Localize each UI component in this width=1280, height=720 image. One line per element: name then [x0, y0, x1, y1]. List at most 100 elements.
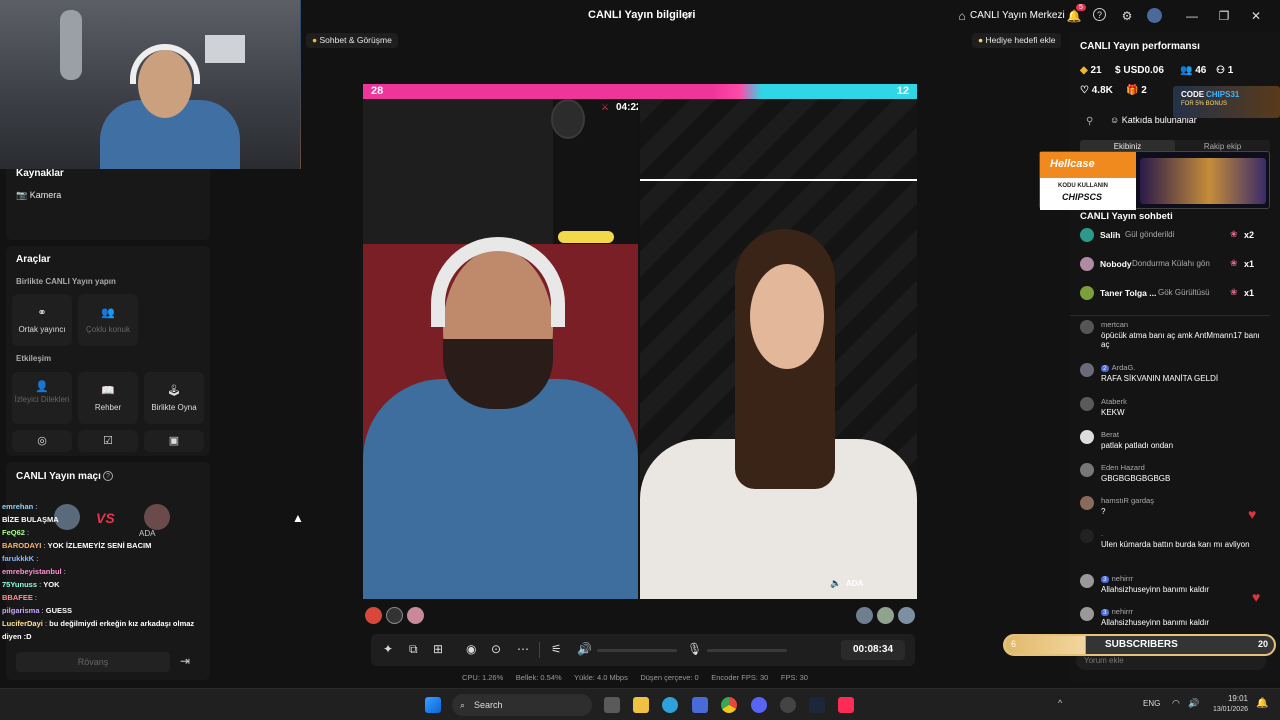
- chat-text: öpücük atma banı aç amk AntMmann17 banı …: [1101, 331, 1260, 349]
- perf-title: CANLI Yayın performansı: [1080, 41, 1200, 52]
- coin-icon: ●: [312, 35, 318, 45]
- chrome-icon[interactable]: [721, 697, 737, 713]
- team-avatar[interactable]: [386, 607, 403, 624]
- level-badge: 3: [1101, 609, 1109, 616]
- opponent-head: [750, 264, 824, 369]
- camera-label: Kamera: [29, 190, 62, 200]
- overlay-chat-row: 75Yunuss : YOK: [2, 580, 60, 589]
- notification-icon[interactable]: 🔔: [1256, 698, 1268, 709]
- chat-user-row: hamstıR gardaş: [1101, 496, 1260, 505]
- discord-icon[interactable]: [751, 697, 767, 713]
- hellcase-case-art: [1140, 158, 1266, 204]
- exit-icon[interactable]: ⇥: [180, 654, 190, 668]
- wifi-icon[interactable]: ◠: [1172, 698, 1180, 709]
- tray-chevron-icon[interactable]: ^: [1058, 698, 1062, 708]
- overlay-chat-msg: YOK: [43, 580, 60, 589]
- taskbar-search[interactable]: ⌕ Search: [452, 694, 592, 716]
- tool-more-1[interactable]: ◎: [12, 430, 72, 452]
- underground-logo: [551, 99, 585, 139]
- chat-user: nehirrr: [1111, 607, 1134, 616]
- tool-more-2[interactable]: ☑: [78, 430, 138, 452]
- speaker-icon[interactable]: 🔈: [830, 578, 841, 589]
- overlay-chat-msg: GUESS: [45, 606, 73, 615]
- file-explorer-icon[interactable]: [633, 697, 649, 713]
- clock-time[interactable]: 19:01: [1208, 694, 1248, 703]
- guide-button[interactable]: 📖 Rehber: [78, 372, 138, 424]
- steam-icon[interactable]: [809, 697, 825, 713]
- volume-icon[interactable]: 🔊: [1188, 698, 1199, 709]
- play-together-button[interactable]: 🕹 Birlikte Oyna: [144, 372, 204, 424]
- sliders-icon[interactable]: ⚟: [551, 642, 562, 656]
- clock-date[interactable]: 13/01/2026: [1208, 706, 1248, 713]
- avatar: [1080, 397, 1094, 411]
- tool-more-3[interactable]: ▣: [144, 430, 204, 452]
- joystick-icon: 🕹: [167, 385, 181, 397]
- volume-slider[interactable]: [597, 649, 677, 652]
- tools-title: Araçlar: [16, 254, 51, 265]
- chat-message: 2 ArdaG. RAFA SİKVANIN MANİTA GELDİ: [1080, 363, 1260, 383]
- share-icon[interactable]: ↗: [680, 8, 696, 24]
- restore-icon[interactable]: ❐: [1216, 8, 1232, 24]
- tiktok-live-icon[interactable]: [838, 697, 854, 713]
- minimize-icon[interactable]: —: [1184, 8, 1200, 24]
- team-avatar[interactable]: [365, 607, 382, 624]
- search-icon: ⌕: [460, 700, 466, 710]
- overlay-chat-user: emrebeyistanbul: [2, 567, 62, 576]
- team-avatar[interactable]: [877, 607, 894, 624]
- avatar: [1080, 228, 1094, 242]
- checklist-icon: ☑: [103, 435, 113, 447]
- team-avatar[interactable]: [856, 607, 873, 624]
- store-icon[interactable]: [692, 697, 708, 713]
- target-icon[interactable]: ⊙: [491, 642, 501, 656]
- avatar: [1080, 430, 1094, 444]
- more-icon[interactable]: ⋯: [517, 642, 529, 656]
- avatar: [1080, 320, 1094, 334]
- viewer-requests-button[interactable]: 👤 İzleyici Dilekleri: [12, 372, 72, 424]
- avatar[interactable]: [1147, 8, 1162, 23]
- camera-source[interactable]: 📷 Kamera: [16, 190, 61, 201]
- overlay-chat-msg: YOK İZLEMEYİZ SENİ BACIM: [47, 541, 152, 550]
- task-view-icon[interactable]: [604, 697, 620, 713]
- live-center-link[interactable]: CANLI Yayın Merkezi: [970, 10, 1065, 21]
- layout-icon[interactable]: ⧉: [409, 642, 418, 657]
- mic-icon[interactable]: 🎙: [687, 642, 702, 656]
- team-avatar[interactable]: [407, 607, 424, 624]
- close-icon[interactable]: ✕: [1248, 8, 1264, 24]
- overlay-chat-row: farukkkK :: [2, 554, 39, 563]
- team-avatar[interactable]: [898, 607, 915, 624]
- guide-label: Rehber: [94, 403, 122, 412]
- chat-message: Eden Hazard GBGBGBGBGBGB: [1080, 463, 1260, 483]
- gear-icon[interactable]: ⚙: [1119, 8, 1135, 24]
- volume-icon[interactable]: 🔊: [577, 642, 592, 656]
- chat-text: Ulen kümarda battın burda karı mı avliyo…: [1101, 540, 1250, 549]
- stream-controls: ✦ ⧉ ⊞ ◉ ⊙ ⋯ ⚟ 🔊 🎙 00:08:34: [371, 634, 915, 666]
- info-icon[interactable]: ?: [103, 471, 113, 481]
- multi-guest-button[interactable]: 👥 Çoklu konuk: [78, 294, 138, 346]
- edge-icon[interactable]: [662, 697, 678, 713]
- cohost-button[interactable]: ⚭ Ortak yayıncı: [12, 294, 72, 346]
- chat-user: ArdaG.: [1111, 363, 1136, 372]
- rematch-button[interactable]: Rövanş: [16, 652, 170, 672]
- language-indicator[interactable]: ENG: [1143, 699, 1160, 708]
- record-icon[interactable]: ◉: [466, 642, 476, 656]
- avatar: [1080, 286, 1094, 300]
- windows-start-icon[interactable]: [425, 697, 441, 713]
- mic-slider[interactable]: [707, 649, 787, 652]
- battle-score-bar: 28 12: [363, 84, 917, 99]
- battle-timer: 04:22: [616, 102, 638, 113]
- notification-badge: 5: [1076, 4, 1086, 11]
- host-video: 04:22 ⚔: [363, 99, 638, 599]
- chat-call-tag[interactable]: ● Sohbet & Görüşme: [306, 33, 398, 48]
- magic-wand-icon[interactable]: ✦: [383, 642, 393, 656]
- screen-add-icon[interactable]: ⊞: [433, 642, 443, 656]
- gift-goal-tag[interactable]: ● Hediye hedefi ekle: [972, 33, 1062, 48]
- gift-text: Gök Gürültüsü: [1158, 288, 1210, 297]
- home-icon[interactable]: ⌂: [954, 8, 970, 24]
- gift-icon: 🎁: [1126, 85, 1139, 96]
- fps-stat: FPS: 30: [780, 673, 808, 682]
- chat-call-label: Sohbet & Görüşme: [319, 35, 392, 45]
- hellcase-brand-box: Hellcase: [1040, 152, 1136, 178]
- help-icon[interactable]: ?: [1093, 8, 1106, 21]
- chat-user: .: [1101, 529, 1104, 538]
- app-icon[interactable]: [780, 697, 796, 713]
